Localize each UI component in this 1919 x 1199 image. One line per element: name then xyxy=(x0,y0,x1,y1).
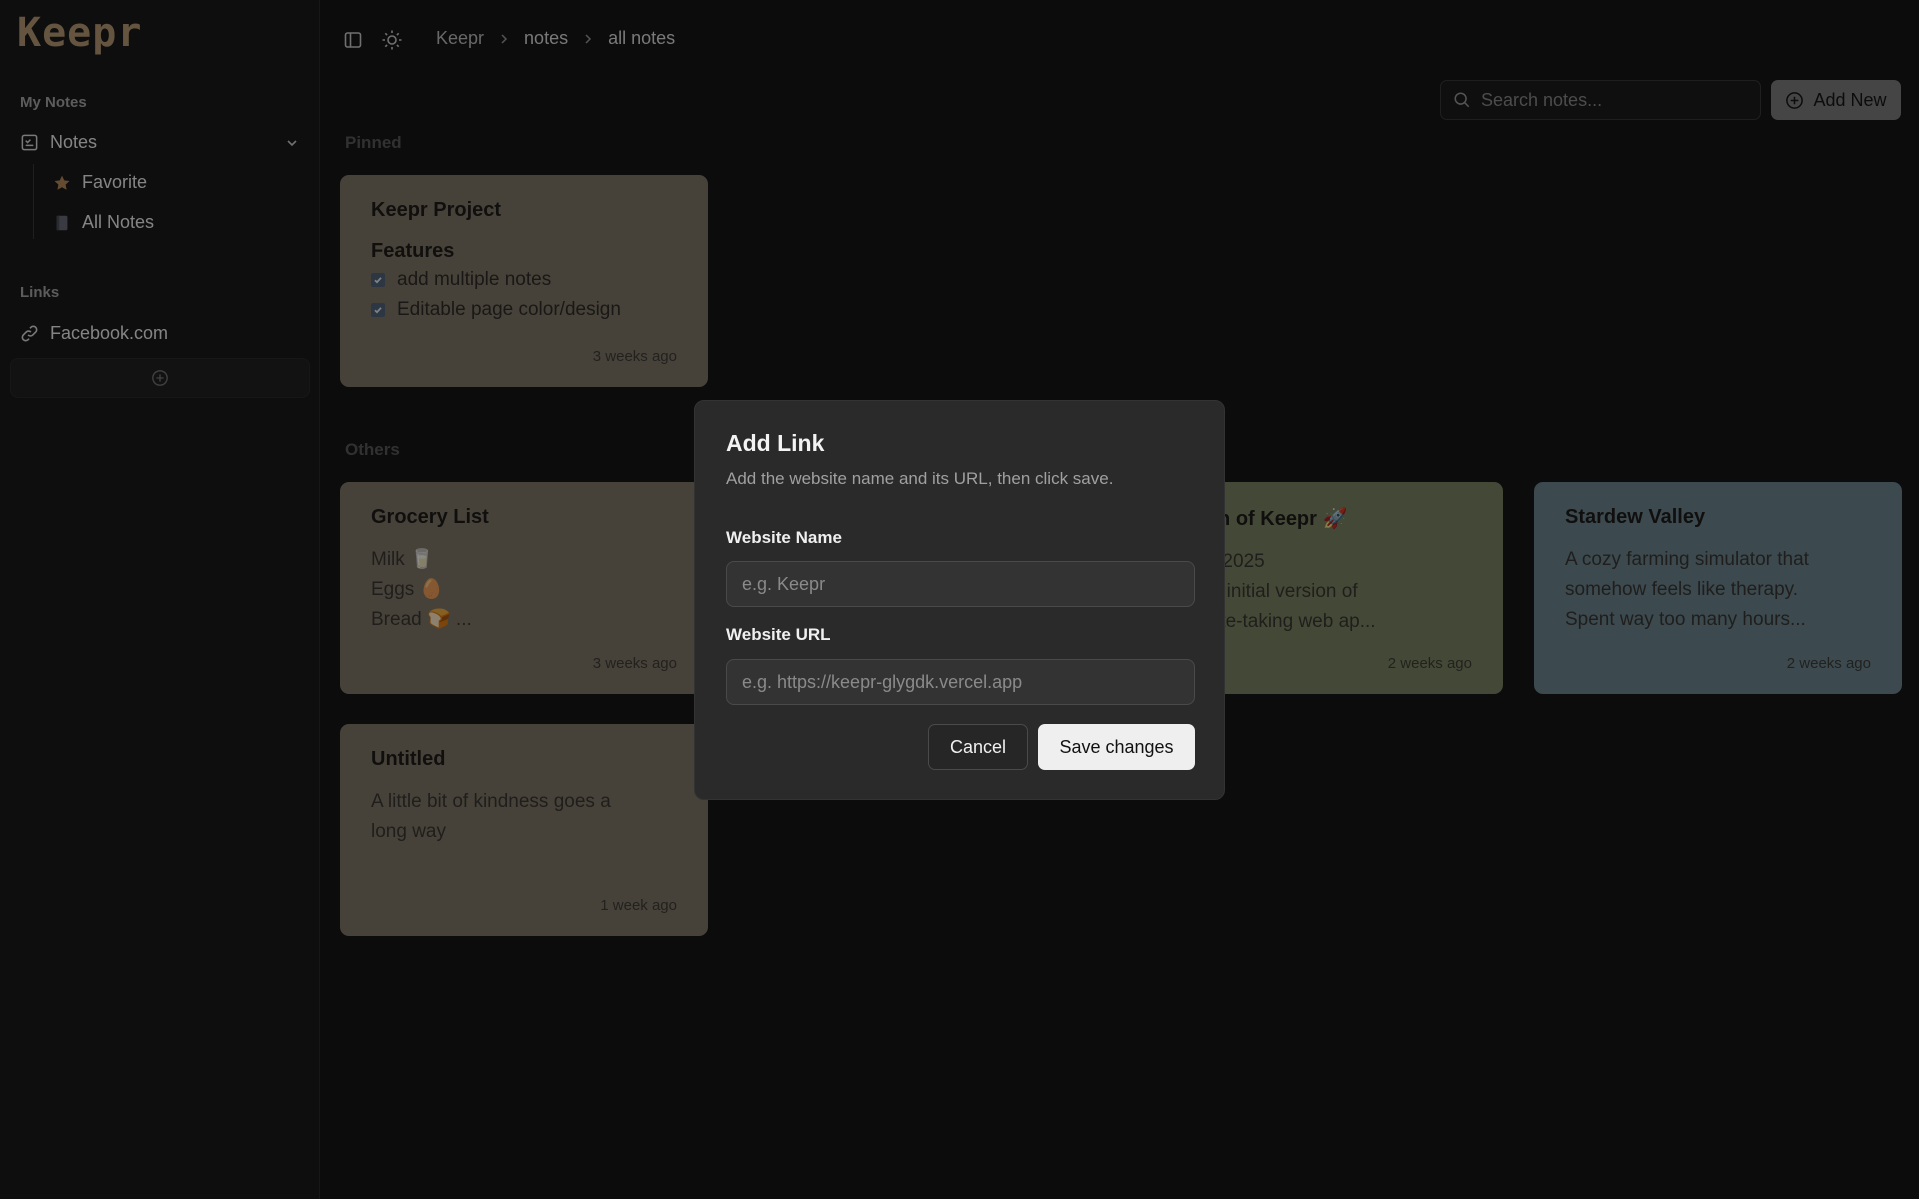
website-url-label: Website URL xyxy=(726,625,831,644)
dialog-description: Add the website name and its URL, then c… xyxy=(726,469,1114,488)
save-changes-button[interactable]: Save changes xyxy=(1038,724,1195,770)
add-link-dialog: Add Link Add the website name and its UR… xyxy=(694,400,1225,800)
dialog-title: Add Link xyxy=(726,430,825,456)
cancel-button[interactable]: Cancel xyxy=(928,724,1028,770)
website-name-label: Website Name xyxy=(726,528,842,547)
website-name-field[interactable] xyxy=(726,561,1195,607)
website-url-field[interactable] xyxy=(726,659,1195,705)
